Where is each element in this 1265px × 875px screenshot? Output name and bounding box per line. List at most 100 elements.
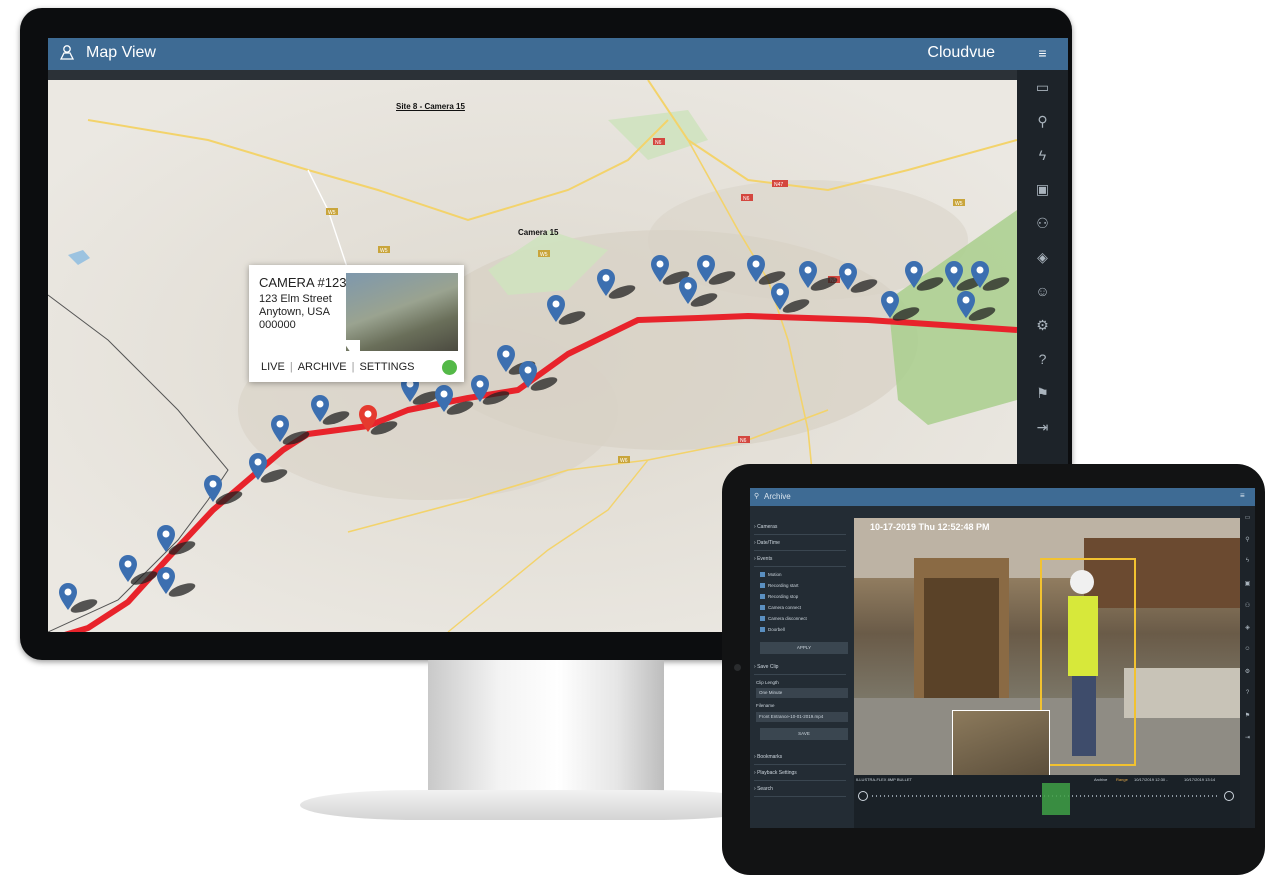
camera-pin[interactable]: [270, 414, 314, 446]
chart-icon[interactable]: ▣: [1240, 580, 1255, 587]
archive-left-panel: › Cameras › Date/Time › Events Motion Re…: [750, 518, 850, 828]
live-link[interactable]: LIVE: [261, 361, 285, 373]
camera-pin[interactable]: [956, 290, 1000, 322]
section-label: Bookmarks: [757, 754, 783, 760]
archive-title: Archive: [764, 492, 791, 501]
settings-link[interactable]: SETTINGS: [359, 361, 414, 373]
checkbox-label: Doorbell: [768, 627, 785, 632]
help-icon[interactable]: ?: [1017, 346, 1068, 372]
section-label: Save Clip: [757, 664, 779, 670]
camera-pin[interactable]: [310, 394, 354, 426]
gear-icon[interactable]: ⚙: [1240, 668, 1255, 675]
road-label: W5: [540, 252, 548, 258]
section-datetime[interactable]: › Date/Time: [754, 536, 846, 551]
camera-pin[interactable]: [470, 374, 514, 406]
status-indicator: [442, 360, 457, 375]
help-icon[interactable]: ?: [1240, 690, 1255, 696]
section-cameras[interactable]: › Cameras: [754, 520, 846, 535]
flag-icon[interactable]: ⚑: [1240, 712, 1255, 719]
section-bookmarks[interactable]: › Bookmarks: [754, 750, 846, 765]
section-save-clip[interactable]: › Save Clip: [754, 660, 846, 675]
clip-length-label: Clip Length: [756, 680, 779, 685]
road-label: W6: [620, 458, 628, 464]
lightning-icon[interactable]: ϟ: [1240, 558, 1255, 564]
user-pin-icon[interactable]: ⚇: [1240, 602, 1255, 609]
flag-icon[interactable]: ⚑: [1017, 380, 1068, 406]
logout-icon[interactable]: ⇥: [1240, 734, 1255, 741]
monitor-icon[interactable]: ▭: [1017, 74, 1068, 100]
road-label: W5: [380, 248, 388, 254]
checkbox-label: Camera disconnect: [768, 616, 807, 621]
logout-icon[interactable]: ⇥: [1017, 414, 1068, 440]
playback-timeline[interactable]: ILLUSTRA-FLEX 8MP BULLET Archive Range 1…: [854, 775, 1240, 828]
camera-pin[interactable]: [518, 360, 562, 392]
brand-name: Cloudvue: [927, 44, 995, 61]
user-circle-icon[interactable]: ☺: [1017, 278, 1068, 304]
camera-pin[interactable]: [970, 260, 1014, 292]
user-circle-icon[interactable]: ☺: [1240, 646, 1255, 652]
archive-header: ⚲ Archive ≡: [750, 488, 1255, 506]
mode-label: Archive: [1094, 777, 1108, 782]
filename-input[interactable]: Front Entrance-10-01-2019.mp4: [756, 712, 848, 722]
section-label: Events: [757, 556, 773, 562]
detection-box: [1040, 558, 1136, 766]
camera-pin[interactable]: [696, 254, 740, 286]
layers-icon[interactable]: ◈: [1240, 624, 1255, 631]
section-label: Cameras: [757, 524, 778, 530]
section-playback-settings[interactable]: › Playback Settings: [754, 766, 846, 781]
camera-pin[interactable]: [904, 260, 948, 292]
event-checkbox[interactable]: Motion: [760, 570, 848, 580]
camera-pin[interactable]: [838, 262, 882, 294]
section-search[interactable]: › Search: [754, 782, 846, 797]
section-events[interactable]: › Events: [754, 552, 846, 567]
road-label: N6: [740, 438, 747, 444]
event-checkbox[interactable]: Camera connect: [760, 603, 848, 613]
lightning-icon[interactable]: ϟ: [1017, 142, 1068, 168]
address-line: 000000: [259, 319, 296, 331]
camera-pin[interactable]: [203, 474, 247, 506]
gear-icon[interactable]: ⚙: [1017, 312, 1068, 338]
video-inset[interactable]: [952, 710, 1050, 775]
camera-address: 123 Elm Street Anytown, USA 000000: [259, 293, 332, 332]
header-subbar: [48, 70, 1017, 80]
monitor-icon[interactable]: ▭: [1240, 514, 1255, 521]
event-checkbox[interactable]: Recording stop: [760, 592, 848, 602]
map-view-header: Map View Cloudvue: [48, 38, 1017, 70]
layers-icon[interactable]: ◈: [1017, 244, 1068, 270]
camera-pin[interactable]: [798, 260, 842, 292]
archive-link[interactable]: ARCHIVE: [298, 361, 347, 373]
save-button[interactable]: SAVE: [760, 728, 848, 740]
tablet-right-sidebar: ▭ ⚲ ϟ ▣ ⚇ ◈ ☺ ⚙ ? ⚑ ⇥: [1240, 506, 1255, 828]
apply-button[interactable]: APPLY: [760, 642, 848, 654]
camera-pin[interactable]: [156, 566, 200, 598]
camera-pin[interactable]: [58, 582, 102, 614]
search-icon[interactable]: ⚲: [1017, 108, 1068, 134]
camera-pin[interactable]: [880, 290, 924, 322]
event-checkbox[interactable]: Recording start: [760, 581, 848, 591]
event-checkbox[interactable]: Camera disconnect: [760, 614, 848, 624]
timeline-selection[interactable]: [1042, 783, 1070, 815]
video-player[interactable]: 10-17-2019 Thu 12:52:48 PM: [854, 518, 1240, 775]
rewind-icon[interactable]: [858, 791, 868, 801]
archive-screen: ⚲ Archive ≡ › Cameras › Date/Time › Even…: [750, 488, 1255, 828]
chart-icon[interactable]: ▣: [1017, 176, 1068, 202]
popup-links: LIVE | ARCHIVE | SETTINGS: [261, 361, 415, 373]
user-pin-icon: [59, 44, 75, 63]
road-label: N47: [774, 182, 783, 188]
camera-pin-selected[interactable]: [358, 404, 402, 436]
camera-pin[interactable]: [156, 524, 200, 556]
camera-pin[interactable]: [546, 294, 590, 326]
clip-length-select[interactable]: One Minute: [756, 688, 848, 698]
hamburger-icon[interactable]: ≡: [1240, 491, 1245, 500]
filename-label: Filename: [756, 703, 775, 708]
camera-pin[interactable]: [248, 452, 292, 484]
forward-icon[interactable]: [1224, 791, 1234, 801]
page-title: Map View: [86, 44, 156, 61]
monitor-stand-base: [300, 790, 770, 820]
camera-pin[interactable]: [596, 268, 640, 300]
user-pin-icon[interactable]: ⚇: [1017, 210, 1068, 236]
camera-thumbnail[interactable]: [346, 273, 458, 351]
event-checkbox[interactable]: Doorbell: [760, 625, 848, 635]
menu-button[interactable]: ≡: [1017, 38, 1068, 70]
search-icon[interactable]: ⚲: [1240, 536, 1255, 543]
